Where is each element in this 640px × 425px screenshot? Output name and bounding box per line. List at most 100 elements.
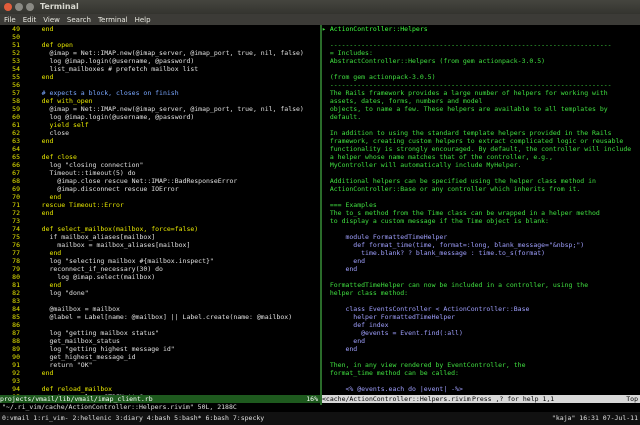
help-line[interactable]: = Includes: (322, 49, 640, 57)
code-line[interactable]: 81 end (0, 281, 320, 289)
code-line[interactable]: 84 @mailbox = mailbox (0, 305, 320, 313)
code-line[interactable]: 80 log @imap.select(mailbox) (0, 273, 320, 281)
help-line[interactable]: end (322, 345, 640, 353)
code-line[interactable]: 73 (0, 217, 320, 225)
code-line[interactable]: 65 def close (0, 153, 320, 161)
help-line[interactable]: class EventsController < ActionControlle… (322, 305, 640, 313)
help-line[interactable] (322, 273, 640, 281)
help-line[interactable]: @events = Event.find(:all) (322, 329, 640, 337)
help-line[interactable]: Additional helpers can be specified usin… (322, 177, 640, 185)
menu-search[interactable]: Search (67, 16, 91, 24)
help-line[interactable]: The to_s method from the Time class can … (322, 209, 640, 217)
help-line[interactable]: MyController will automatically include … (322, 161, 640, 169)
code-line[interactable]: 85 @label = Label[name: @mailbox] || Lab… (0, 313, 320, 321)
help-line[interactable]: ActionController::Base or any controller… (322, 185, 640, 193)
code-line[interactable]: 70 end (0, 193, 320, 201)
help-line[interactable]: assets, dates, forms, numbers and model (322, 97, 640, 105)
code-line[interactable]: 62 close (0, 129, 320, 137)
help-line[interactable]: The Rails framework provides a large num… (322, 89, 640, 97)
code-line[interactable]: 74 def select_mailbox(mailbox, force=fal… (0, 225, 320, 233)
code-line[interactable]: 50 (0, 33, 320, 41)
menu-view[interactable]: View (43, 16, 60, 24)
help-line[interactable]: helper class method: (322, 289, 640, 297)
code-line[interactable]: 91 return "OK" (0, 361, 320, 369)
editor-pane-left[interactable]: 49 end 50 51 def open 52 @imap = Net::IMAP.… (0, 25, 320, 395)
help-line[interactable]: AbstractController::Helpers (from gem ac… (322, 57, 640, 65)
code-line[interactable]: 57 # expects a block, closes on finish (0, 89, 320, 97)
code-line[interactable]: 71 rescue Timeout::Error (0, 201, 320, 209)
code-line[interactable]: 49 end (0, 25, 320, 33)
code-line[interactable]: 52 @imap = Net::IMAP.new(@imap_server, @… (0, 49, 320, 57)
code-line[interactable]: 76 mailbox = mailbox_aliases[mailbox] (0, 241, 320, 249)
code-line[interactable]: 59 @imap = Net::IMAP.new(@imap_server, @… (0, 105, 320, 113)
editor-pane-right[interactable]: ▸ ActionController::Helpers ------------… (322, 25, 640, 395)
code-line[interactable]: 92 end (0, 369, 320, 377)
menu-edit[interactable]: Edit (23, 16, 37, 24)
code-line[interactable]: 89 log "getting highest message id" (0, 345, 320, 353)
code-line[interactable]: 63 end (0, 137, 320, 145)
code-line[interactable]: 56 (0, 81, 320, 89)
menu-file[interactable]: File (4, 16, 16, 24)
help-line[interactable]: end (322, 257, 640, 265)
help-line[interactable]: default. (322, 113, 640, 121)
code-line[interactable]: 94 def reload_mailbox (0, 385, 320, 393)
help-line[interactable]: (from gem actionpack-3.0.5) (322, 73, 640, 81)
code-line[interactable]: 79 reconnect_if_necessary(30) do (0, 265, 320, 273)
menu-terminal[interactable]: Terminal (98, 16, 128, 24)
code-line[interactable]: 72 end (0, 209, 320, 217)
maximize-icon[interactable] (26, 3, 34, 11)
help-line[interactable]: end (322, 337, 640, 345)
help-line[interactable]: to display a custom message if the Time … (322, 217, 640, 225)
help-line[interactable]: Then, in any view rendered by EventContr… (322, 361, 640, 369)
minimize-icon[interactable] (15, 3, 23, 11)
code-line[interactable]: 60 log @imap.login(@username, @password) (0, 113, 320, 121)
help-line[interactable]: === Examples (322, 201, 640, 209)
code-line[interactable]: 54 list_mailboxes # prefetch mailbox lis… (0, 65, 320, 73)
help-line[interactable]: time.blank? ? blank_message : time.to_s(… (322, 249, 640, 257)
help-line[interactable]: framework, creating custom helpers to ex… (322, 137, 640, 145)
code-line[interactable]: 90 get_highest_message_id (0, 353, 320, 361)
help-line[interactable]: ▸ ActionController::Helpers (322, 25, 640, 33)
help-line[interactable]: a helper whose name matches that of the … (322, 153, 640, 161)
help-line[interactable] (322, 169, 640, 177)
code-line[interactable]: 87 log "getting mailbox status" (0, 329, 320, 337)
command-line[interactable]: "~/.ri_vim/cache/ActionController::Helpe… (0, 403, 640, 411)
help-line[interactable] (322, 297, 640, 305)
code-line[interactable]: 61 yield self (0, 121, 320, 129)
screen-tabs[interactable]: 0:vmail 1:ri_vim- 2:hellenic 3:diary 4:b… (2, 414, 264, 422)
help-line[interactable]: FormattedTimeHelper can now be included … (322, 281, 640, 289)
code-line[interactable]: 86 (0, 321, 320, 329)
code-line[interactable]: 88 get_mailbox_status (0, 337, 320, 345)
code-line[interactable]: 64 (0, 145, 320, 153)
code-line[interactable]: 55 end (0, 73, 320, 81)
code-line[interactable]: 83 (0, 297, 320, 305)
code-line[interactable]: 67 Timeout::timeout(5) do (0, 169, 320, 177)
window-controls[interactable] (4, 3, 34, 11)
help-line[interactable]: def format_time(time, format=:long, blan… (322, 241, 640, 249)
code-line[interactable]: 69 @imap.disconnect rescue IOError (0, 185, 320, 193)
help-line[interactable]: ----------------------------------------… (322, 41, 640, 49)
help-line[interactable] (322, 193, 640, 201)
help-line[interactable]: <% @events.each do |event| -%> (322, 385, 640, 393)
help-line[interactable] (322, 377, 640, 385)
close-icon[interactable] (4, 3, 12, 11)
code-line[interactable]: 78 log "selecting mailbox #{mailbox.insp… (0, 257, 320, 265)
code-line[interactable]: 66 log "closing connection" (0, 161, 320, 169)
help-line[interactable]: helper FormattedTimeHelper (322, 313, 640, 321)
help-line[interactable]: In addition to using the standard templa… (322, 129, 640, 137)
help-line[interactable]: functionality is strongly encouraged. By… (322, 145, 640, 153)
code-line[interactable]: 51 def open (0, 41, 320, 49)
help-line[interactable] (322, 65, 640, 73)
code-line[interactable]: 93 (0, 377, 320, 385)
code-line[interactable]: 82 log "done" (0, 289, 320, 297)
code-line[interactable]: 58 def with_open (0, 97, 320, 105)
help-line[interactable]: objects, to name a few. These helpers ar… (322, 105, 640, 113)
menu-help[interactable]: Help (135, 16, 151, 24)
code-line[interactable]: 68 @imap.close rescue Net::IMAP::BadResp… (0, 177, 320, 185)
help-line[interactable] (322, 353, 640, 361)
code-line[interactable]: 75 if mailbox_aliases[mailbox] (0, 233, 320, 241)
help-line[interactable] (322, 225, 640, 233)
help-line[interactable]: module FormattedTimeHelper (322, 233, 640, 241)
help-line[interactable]: end (322, 265, 640, 273)
help-line[interactable]: def index (322, 321, 640, 329)
